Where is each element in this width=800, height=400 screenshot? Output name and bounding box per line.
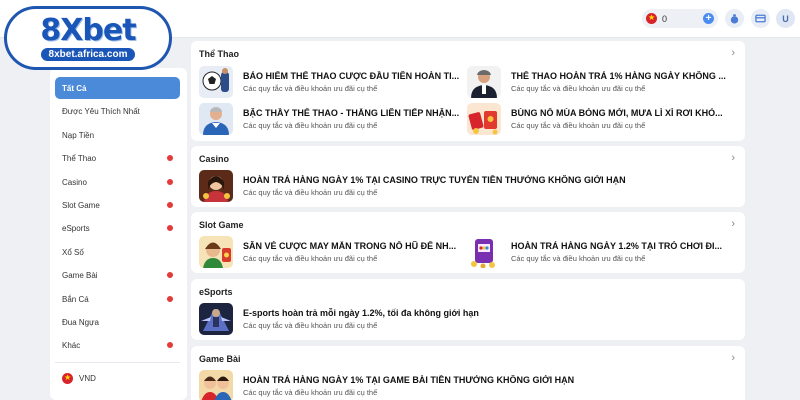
promo-item[interactable]: BẬC THẦY THỂ THAO - THẮNG LIÊN TIẾP NHẬN… (199, 103, 469, 135)
money-bag-icon (730, 14, 739, 24)
casino-dealer-thumbnail (199, 170, 233, 202)
promo-item[interactable]: BÙNG NỔ MÙA BÓNG MỚI, MƯA LÌ XÌ RƠI KHỎ.… (467, 103, 739, 135)
sidebar-item-other[interactable]: Khác (55, 334, 180, 356)
promo-title: THỂ THAO HOÀN TRẢ 1% HÀNG NGÀY KHÔNG ... (511, 71, 726, 81)
chevron-right-icon[interactable]: › (731, 47, 735, 59)
balance-value: 0 (662, 13, 668, 24)
sidebar-item-label: Casino (62, 177, 87, 187)
promo-item[interactable]: SĂN VÉ CƯỢC MAY MẮN TRONG NỔ HŨ ĐỂ NH...… (199, 236, 469, 268)
section-card-games: Game Bài › HOÀN TRẢ HÀNG NGÀY 1% TẠI GAM… (191, 346, 745, 400)
logo-domain: 8xbet.africa.com (40, 47, 136, 61)
promo-item[interactable]: BẢO HIỂM THỂ THAO CƯỢC ĐẦU TIÊN HOÀN TI.… (199, 66, 469, 98)
sidebar-item-sports[interactable]: Thể Thao (55, 147, 180, 169)
notification-dot (167, 296, 173, 302)
promo-subtitle: Các quy tắc và điều khoản ưu đãi cụ thể (243, 121, 378, 130)
promo-item[interactable]: HOÀN TRẢ HÀNG NGÀY 1.2% TẠI TRÒ CHƠI ĐI.… (467, 236, 739, 268)
esports-hero-thumbnail (199, 303, 233, 335)
sidebar-item-deposit[interactable]: Nạp Tiền (55, 124, 180, 146)
sidebar-item-label: Slot Game (62, 200, 100, 210)
soccer-player-thumbnail (199, 66, 233, 98)
cashier-button[interactable] (751, 9, 770, 28)
section-title: eSports (199, 287, 233, 297)
sidebar-item-label: eSports (62, 223, 90, 233)
sidebar-item-label: Xổ Số (62, 247, 84, 257)
promo-title: HOÀN TRẢ HÀNG NGÀY 1.2% TẠI TRÒ CHƠI ĐI.… (511, 241, 723, 251)
chevron-right-icon[interactable]: › (731, 352, 735, 364)
sidebar-divider (55, 362, 180, 363)
promo-subtitle: Các quy tắc và điều khoản ưu đãi cụ thể (243, 188, 378, 197)
section-slot-game: Slot Game › SĂN VÉ CƯỢC MAY MẮN TRONG NỔ… (191, 212, 745, 273)
currency-label: VND (79, 374, 96, 383)
section-title: Game Bài (199, 354, 241, 364)
promo-subtitle: Các quy tắc và điều khoản ưu đãi cụ thể (243, 84, 378, 93)
promo-subtitle: Các quy tắc và điều khoản ưu đãi cụ thể (243, 254, 378, 263)
sidebar-item-card-games[interactable]: Game Bài (55, 264, 180, 286)
card-game-thumbnail (199, 370, 233, 400)
chevron-right-icon[interactable]: › (731, 152, 735, 164)
sidebar-item-all[interactable]: Tất Cả (55, 77, 180, 99)
promo-subtitle: Các quy tắc và điều khoản ưu đãi cụ thể (243, 388, 378, 397)
category-sidebar: Tất Cả Được Yêu Thích Nhất Nạp Tiền Thể … (50, 68, 187, 400)
promo-subtitle: Các quy tắc và điều khoản ưu đãi cụ thể (243, 321, 378, 330)
notification-dot (167, 179, 173, 185)
section-title: Casino (199, 154, 230, 164)
coach-thumbnail (467, 66, 501, 98)
sidebar-item-slot-game[interactable]: Slot Game (55, 194, 180, 216)
sidebar-item-label: Game Bài (62, 270, 98, 280)
promo-item[interactable]: HOÀN TRẢ HÀNG NGÀY 1% TẠI CASINO TRỰC TU… (199, 170, 739, 202)
section-title: Thể Thao (199, 49, 239, 59)
notification-dot (167, 202, 173, 208)
section-esports: eSports E-sports hoàn trả mỗi ngày 1.2%,… (191, 279, 745, 340)
promo-title: HOÀN TRẢ HÀNG NGÀY 1% TẠI GAME BÀI TIỀN … (243, 375, 575, 385)
sidebar-item-label: Khác (62, 340, 81, 350)
wallet-button[interactable] (725, 9, 744, 28)
notification-dot (167, 272, 173, 278)
chevron-right-icon[interactable]: › (731, 218, 735, 230)
sidebar-item-label: Đua Ngựa (62, 317, 99, 327)
balance-pill[interactable]: 0 + (642, 9, 718, 28)
section-casino: Casino › HOÀN TRẢ HÀNG NGÀY 1% TẠI CASIN… (191, 146, 745, 207)
lucky-money-thumbnail (467, 103, 501, 135)
promo-subtitle: Các quy tắc và điều khoản ưu đãi cụ thể (511, 84, 646, 93)
promo-item[interactable]: E-sports hoàn trả mỗi ngày 1.2%, tối đa … (199, 303, 739, 335)
promo-item[interactable]: HOÀN TRẢ HÀNG NGÀY 1% TẠI GAME BÀI TIỀN … (199, 370, 739, 400)
slot-machine-thumbnail (467, 236, 501, 268)
notification-dot (167, 155, 173, 161)
promo-subtitle: Các quy tắc và điều khoản ưu đãi cụ thể (511, 254, 646, 263)
sidebar-item-label: Tất Cả (62, 83, 87, 93)
sidebar-item-fishing[interactable]: Bắn Cá (55, 288, 180, 310)
promo-item[interactable]: THỂ THAO HOÀN TRẢ 1% HÀNG NGÀY KHÔNG ...… (467, 66, 739, 98)
sidebar-item-esports[interactable]: eSports (55, 217, 180, 239)
promo-title: HOÀN TRẢ HÀNG NGÀY 1% TẠI CASINO TRỰC TU… (243, 175, 626, 185)
promo-title: BÙNG NỔ MÙA BÓNG MỚI, MƯA LÌ XÌ RƠI KHỎ.… (511, 108, 723, 118)
sidebar-item-horse-racing[interactable]: Đua Ngựa (55, 311, 180, 333)
currency-selector[interactable]: VND (62, 372, 96, 384)
sidebar-item-favorites[interactable]: Được Yêu Thích Nhất (55, 100, 180, 122)
promo-title: SĂN VÉ CƯỢC MAY MẮN TRONG NỔ HŨ ĐỂ NH... (243, 241, 457, 251)
sidebar-item-lottery[interactable]: Xổ Số (55, 241, 180, 263)
section-sports: Thể Thao › BẢO HIỂM THỂ THAO CƯỢC ĐẦU TI… (191, 41, 745, 141)
promo-title: BẬC THẦY THỂ THAO - THẮNG LIÊN TIẾP NHẬN… (243, 108, 460, 118)
notification-dot (167, 225, 173, 231)
notification-dot (167, 342, 173, 348)
sidebar-item-label: Thể Thao (62, 153, 97, 163)
logo-text: 8Xbet (40, 12, 136, 48)
slot-character-thumbnail (199, 236, 233, 268)
sidebar-item-casino[interactable]: Casino (55, 171, 180, 193)
vietnam-flag-icon (62, 372, 73, 384)
promo-title: E-sports hoàn trả mỗi ngày 1.2%, tối đa … (243, 308, 479, 318)
sidebar-item-label: Được Yêu Thích Nhất (62, 106, 140, 116)
vietnam-flag-icon (646, 12, 657, 24)
section-title: Slot Game (199, 220, 244, 230)
promo-subtitle: Các quy tắc và điều khoản ưu đãi cụ thể (511, 121, 646, 130)
deposit-plus-icon[interactable]: + (703, 13, 714, 24)
card-icon (755, 14, 766, 23)
manager-thumbnail (199, 103, 233, 135)
user-avatar[interactable]: U (776, 9, 795, 28)
sidebar-item-label: Bắn Cá (62, 294, 89, 304)
sidebar-item-label: Nạp Tiền (62, 130, 95, 140)
promo-title: BẢO HIỂM THỂ THAO CƯỢC ĐẦU TIÊN HOÀN TI.… (243, 71, 460, 81)
brand-logo[interactable]: 8Xbet 8xbet.africa.com (4, 6, 172, 70)
